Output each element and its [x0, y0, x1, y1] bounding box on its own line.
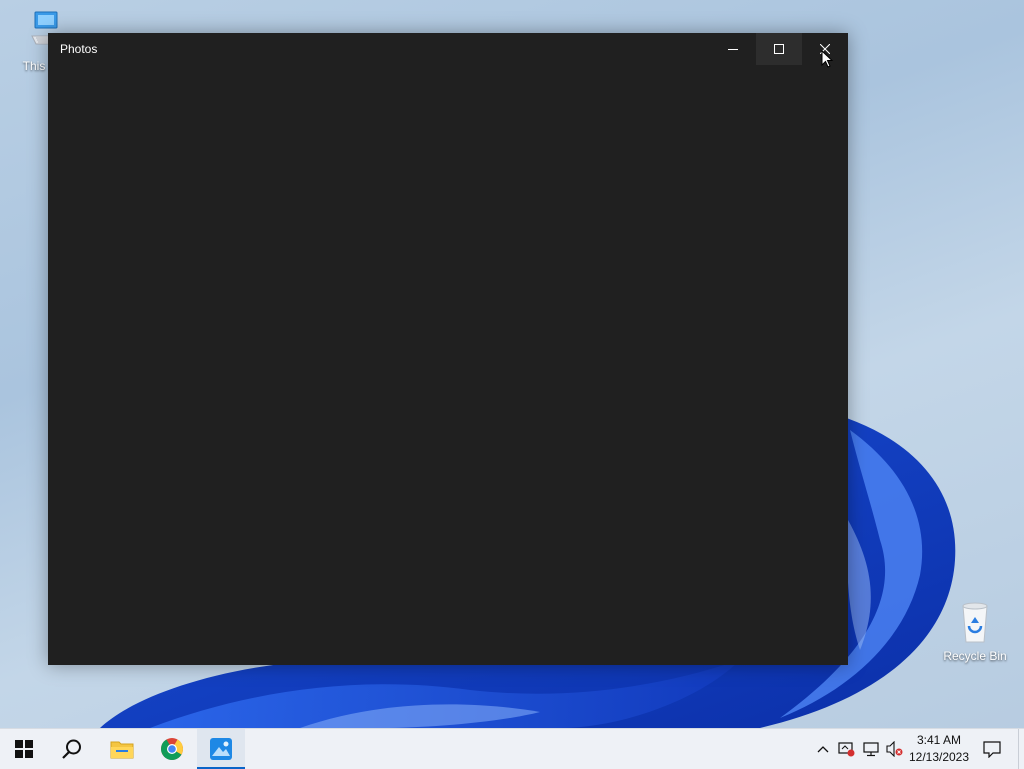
maximize-icon: [774, 44, 784, 54]
minimize-button[interactable]: [710, 33, 756, 65]
security-tray-icon[interactable]: [837, 739, 857, 759]
network-icon: [863, 742, 879, 757]
desktop-icon-recycle-bin[interactable]: Recycle Bin: [939, 600, 1011, 663]
volume-tray-icon[interactable]: [885, 739, 905, 759]
chrome-icon: [161, 738, 183, 760]
folder-icon: [110, 741, 134, 759]
start-button[interactable]: [0, 729, 48, 769]
chevron-up-icon: [817, 746, 829, 753]
notification-icon: [983, 741, 1001, 758]
desktop-icon-label: Recycle Bin: [943, 649, 1007, 663]
window-titlebar[interactable]: Photos: [48, 33, 848, 65]
clock-time: 3:41 AM: [916, 733, 962, 747]
taskbar-photos[interactable]: [197, 729, 245, 769]
photos-window[interactable]: Photos: [48, 33, 848, 665]
window-title: Photos: [60, 42, 98, 56]
volume-muted-icon: [886, 741, 903, 757]
mouse-cursor-icon: [821, 50, 834, 68]
show-hidden-icons-button[interactable]: [813, 739, 833, 759]
show-desktop-button[interactable]: [1018, 729, 1024, 769]
photos-icon: [210, 738, 232, 760]
recycle-bin-icon: [962, 602, 988, 643]
taskbar-file-explorer[interactable]: [98, 729, 146, 769]
taskbar-chrome[interactable]: [148, 729, 196, 769]
clock-date: 12/13/2023: [908, 750, 970, 764]
windows-logo-icon: [15, 740, 33, 758]
search-button[interactable]: [48, 729, 96, 769]
taskbar: 3:41 AM 12/13/2023: [0, 728, 1024, 769]
taskbar-clock[interactable]: 3:41 AM 12/13/2023: [904, 732, 974, 766]
network-tray-icon[interactable]: [861, 739, 881, 759]
security-warning-icon: [838, 742, 855, 757]
search-icon: [62, 739, 81, 759]
action-center-button[interactable]: [980, 729, 1004, 769]
window-content: [48, 65, 848, 665]
maximize-button[interactable]: [756, 33, 802, 65]
minimize-icon: [728, 49, 738, 50]
